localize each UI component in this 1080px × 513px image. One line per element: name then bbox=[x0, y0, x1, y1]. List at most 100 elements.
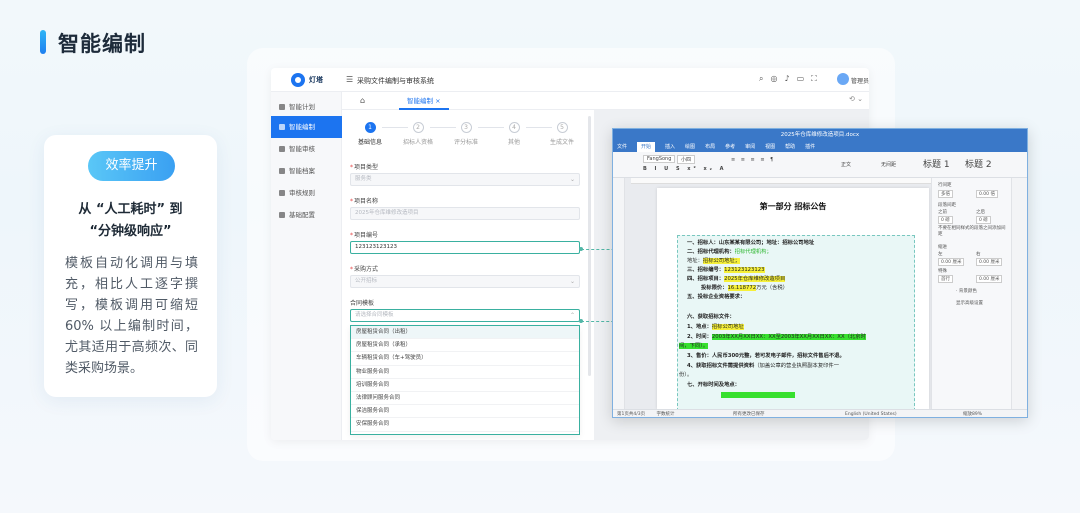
card-headline-line1: 从 “人工耗时” 到 bbox=[78, 202, 183, 217]
style-heading2[interactable]: 标题 2 bbox=[965, 157, 992, 170]
zoom-level[interactable]: 缩放89% bbox=[963, 410, 982, 417]
connector-dot bbox=[579, 319, 583, 323]
compile-form: 1 基础信息 2 招标人资格 3 评分标准 4 其他 5 生成文件 *项目类型 服务类 ⌄ … bbox=[342, 110, 594, 440]
sidebar-item-plan[interactable]: 智能计划 bbox=[271, 96, 342, 118]
sidebar-item-archive[interactable]: 智能档案 bbox=[271, 160, 342, 182]
menu-file[interactable]: 文件 bbox=[617, 142, 627, 152]
document-page[interactable]: 第一部分 招标公告 一、招标人：山东某某有限公司；地址：招标公司地址 二、招标代… bbox=[657, 188, 929, 411]
font-size-select[interactable]: 小四 bbox=[677, 155, 696, 164]
menu-icon[interactable]: ☰ bbox=[346, 75, 353, 84]
word-status-bar: 第1页共4/3页 字数统计 所有更改已保存 English (United St… bbox=[613, 409, 1027, 417]
doc-line: 4、获取招标文件需提供资料（加盖公章的营业执照副本复印件一 bbox=[687, 363, 840, 369]
refresh-icon[interactable]: ⟲ ⌄ bbox=[849, 95, 863, 103]
project-name-label: *项目名称 bbox=[350, 198, 379, 205]
help-icon[interactable]: ◎ bbox=[770, 74, 777, 84]
style-normal[interactable]: 正文 bbox=[841, 161, 851, 168]
menu-draw[interactable]: 绘图 bbox=[685, 142, 695, 152]
sidebar-item-rules[interactable]: 审核规则 bbox=[271, 182, 342, 204]
rules-icon bbox=[279, 190, 285, 196]
language-select[interactable]: English (United States) bbox=[845, 410, 897, 417]
menu-layout[interactable]: 布局 bbox=[705, 142, 715, 152]
form-scrollbar[interactable] bbox=[588, 116, 591, 376]
doc-line: 投标限价：16.118772万元（含税） bbox=[701, 285, 788, 291]
step-5[interactable]: 5 生成文件 bbox=[538, 122, 586, 146]
step-1[interactable]: 1 基础信息 bbox=[346, 122, 394, 146]
title-accent-bar bbox=[40, 30, 46, 54]
stepper: 1 基础信息 2 招标人资格 3 评分标准 4 其他 5 生成文件 bbox=[342, 122, 594, 152]
format-icons[interactable]: B I U S x² x₂ A bbox=[643, 166, 726, 172]
step-2[interactable]: 2 招标人资格 bbox=[394, 122, 442, 146]
line-spacing-value[interactable]: 0.00 倍 bbox=[976, 190, 998, 198]
step-3[interactable]: 3 评分标准 bbox=[442, 122, 490, 146]
indent-right-input[interactable]: 0.00 厘米 bbox=[976, 258, 1003, 266]
avatar[interactable] bbox=[837, 73, 849, 85]
home-icon[interactable]: ⌂ bbox=[360, 96, 365, 105]
dropdown-option[interactable]: 车辆租赁合同（车+驾驶员） bbox=[351, 352, 579, 366]
spacing-before-input[interactable]: 0 磅 bbox=[938, 216, 953, 224]
dropdown-option[interactable]: 培训服务合同 bbox=[351, 379, 579, 392]
archive-icon bbox=[279, 168, 285, 174]
system-title: 采购文件编制与审核系统 bbox=[357, 77, 434, 85]
project-number-input[interactable]: 123123123123 bbox=[350, 241, 580, 254]
menu-view[interactable]: 视图 bbox=[765, 142, 775, 152]
font-name-select[interactable]: FangSong bbox=[643, 155, 676, 163]
sidebar-item-compile[interactable]: 智能编制 bbox=[271, 116, 342, 138]
doc-line: 七、开标时间及地点： bbox=[687, 382, 740, 388]
advanced-settings-link[interactable]: 显示高级设置 bbox=[956, 300, 983, 306]
doc-line: 一、招标人：山东某某有限公司；地址：招标公司地址 bbox=[687, 240, 815, 246]
dropdown-option[interactable]: 房屋租赁合同（出租） bbox=[351, 326, 579, 340]
project-name-input[interactable]: 2025年仓库维修改造项目 bbox=[350, 207, 580, 220]
special-indent-select[interactable]: 首行 bbox=[938, 275, 953, 283]
word-left-toolbar bbox=[613, 178, 625, 409]
dropdown-option[interactable]: 保洁服务合同 bbox=[351, 405, 579, 419]
dropdown-option[interactable]: 房屋租赁合同（承租） bbox=[351, 339, 579, 353]
document-heading: 第一部分 招标公告 bbox=[759, 202, 827, 211]
doc-line: 六、获取招标文件： bbox=[687, 314, 735, 320]
toolbar-icons: ⌕ ◎ ♪ ▭ ⛶ bbox=[759, 74, 817, 84]
indent-left-input[interactable]: 0.00 厘米 bbox=[938, 258, 965, 266]
menu-insert[interactable]: 插入 bbox=[665, 142, 675, 152]
menu-references[interactable]: 参考 bbox=[725, 142, 735, 152]
contract-template-select[interactable]: 请选择合同模板 ⌃ bbox=[350, 309, 580, 322]
spacing-checkbox[interactable]: 不要在相同样式的段落之间添加间距 bbox=[938, 226, 1008, 238]
sidebar-item-review[interactable]: 智能审核 bbox=[271, 138, 342, 160]
page-title: 智能编制 bbox=[58, 32, 146, 56]
logo-text: 灯塔 bbox=[309, 76, 323, 84]
bell-icon[interactable]: ♪ bbox=[784, 74, 789, 84]
style-heading1[interactable]: 标题 1 bbox=[923, 157, 950, 170]
doc-line: 二、招标代理机构：招标代理机构； bbox=[687, 249, 772, 255]
sidebar-item-config[interactable]: 基础配置 bbox=[271, 204, 342, 226]
project-type-select[interactable]: 服务类 ⌄ bbox=[350, 173, 580, 186]
menu-home[interactable]: 开始 bbox=[637, 142, 656, 152]
screen-icon[interactable]: ▭ bbox=[797, 74, 805, 84]
card-headline: 从 “人工耗时” 到 “分钟级响应” bbox=[44, 199, 217, 243]
word-count[interactable]: 字数统计 bbox=[657, 412, 675, 417]
dropdown-option[interactable]: 法律顾问服务合同 bbox=[351, 392, 579, 406]
tab-compile[interactable]: 智能编制 × bbox=[399, 94, 449, 110]
doc-line: 地址：招标公司地址； bbox=[687, 258, 740, 264]
chevron-up-icon: ⌃ bbox=[569, 312, 575, 319]
special-indent-value[interactable]: 0.00 厘米 bbox=[976, 275, 1003, 283]
line-spacing-select[interactable]: 多倍 bbox=[938, 190, 953, 198]
purchase-method-select[interactable]: 公开招标 ⌄ bbox=[350, 275, 580, 288]
user-name[interactable]: 管理员 bbox=[851, 76, 869, 85]
card-description: 模板自动化调用与填充，相比人工逐字撰写，模板调用可缩短60% 以上编制时间，尤其… bbox=[65, 256, 198, 376]
search-icon[interactable]: ⌕ bbox=[759, 74, 763, 84]
doc-line: 1、地点：招标公司地址 bbox=[687, 324, 744, 330]
dropdown-option[interactable]: 物业服务合同 bbox=[351, 366, 579, 379]
fullscreen-icon[interactable]: ⛶ bbox=[811, 74, 817, 84]
word-right-toolbar bbox=[1011, 178, 1027, 409]
menu-help[interactable]: 帮助 bbox=[785, 142, 795, 152]
paragraph-icons[interactable]: ≡ ≡ ≡ ≡ ¶ bbox=[731, 157, 775, 163]
highlight-block bbox=[721, 392, 795, 398]
menu-review[interactable]: 审阅 bbox=[745, 142, 755, 152]
spacing-after-input[interactable]: 0 磅 bbox=[976, 216, 991, 224]
doc-line: 五、投标企业资格要求： bbox=[687, 294, 746, 300]
word-window: 2025年仓库维修改造项目.docx 文件 开始 插入 绘图 布局 参考 审阅 … bbox=[612, 128, 1028, 418]
contract-dropdown: 房屋租赁合同（出租） 房屋租赁合同（承租） 车辆租赁合同（车+驾驶员） 物业服务… bbox=[350, 325, 580, 435]
dropdown-option[interactable]: 安保服务合同 bbox=[351, 418, 579, 432]
feature-card: 效率提升 从 “人工耗时” 到 “分钟级响应” 模板自动化调用与填充，相比人工逐… bbox=[44, 135, 217, 397]
style-nospacing[interactable]: 无间距 bbox=[881, 161, 896, 168]
step-4[interactable]: 4 其他 bbox=[490, 122, 538, 146]
menu-plugins[interactable]: 插件 bbox=[805, 142, 815, 152]
